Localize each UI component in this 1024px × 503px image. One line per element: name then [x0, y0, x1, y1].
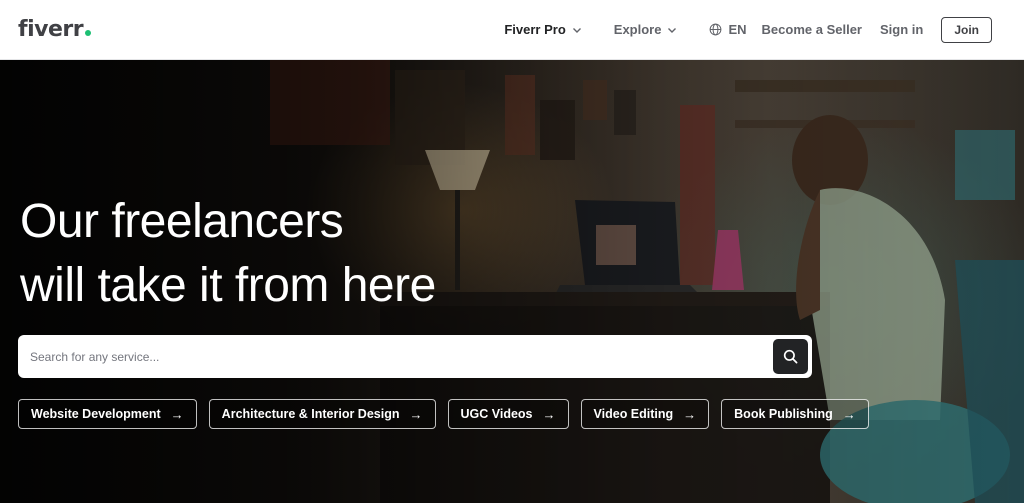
join-button[interactable]: Join	[941, 16, 992, 43]
search-button[interactable]	[773, 339, 808, 374]
fiverr-logo[interactable]: fiverr	[18, 17, 92, 42]
hero-title: Our freelancers will take it from here	[20, 190, 436, 318]
logo-dot	[85, 30, 92, 36]
arrow-right-icon: →	[683, 406, 697, 422]
search-icon	[783, 349, 798, 364]
hero-title-line-2: will take it from here	[20, 259, 436, 312]
hero-section: Our freelancers will take it from here W…	[0, 60, 1024, 503]
arrow-right-icon: →	[542, 406, 556, 422]
chip-label: Video Editing	[593, 407, 674, 421]
chip-website-development[interactable]: Website Development →	[18, 399, 197, 429]
search-input[interactable]	[30, 349, 773, 364]
nav-sign-in[interactable]: Sign in	[880, 22, 923, 37]
popular-services: Website Development → Architecture & Int…	[18, 399, 881, 429]
nav-fiverr-pro[interactable]: Fiverr Pro	[504, 22, 581, 37]
nav-explore-label: Explore	[613, 22, 662, 37]
arrow-right-icon: →	[409, 406, 423, 422]
arrow-right-icon: →	[842, 406, 856, 422]
chip-book-publishing[interactable]: Book Publishing →	[721, 399, 869, 429]
main-nav: Fiverr Pro Explore EN Become a Seller Si…	[504, 16, 992, 43]
chip-video-editing[interactable]: Video Editing →	[580, 399, 710, 429]
chip-ugc-videos[interactable]: UGC Videos →	[447, 399, 569, 429]
chip-label: Architecture & Interior Design	[221, 407, 400, 421]
chevron-down-icon	[668, 27, 677, 33]
chip-architecture-interior-design[interactable]: Architecture & Interior Design →	[208, 399, 436, 429]
chip-label: Website Development	[31, 407, 161, 421]
chevron-down-icon	[572, 27, 581, 33]
search-bar	[18, 335, 812, 378]
nav-become-seller[interactable]: Become a Seller	[762, 22, 862, 37]
arrow-right-icon: →	[170, 406, 184, 422]
nav-language-label: EN	[728, 22, 747, 37]
nav-explore[interactable]: Explore	[614, 22, 678, 37]
top-navbar: fiverr Fiverr Pro Explore EN Become a Se…	[0, 0, 1024, 60]
hero-title-line-1: Our freelancers	[20, 195, 344, 248]
globe-icon	[710, 23, 722, 36]
nav-fiverr-pro-label: Fiverr Pro	[504, 22, 566, 37]
chip-label: Book Publishing	[734, 407, 833, 421]
logo-text: fiverr	[18, 17, 84, 42]
chip-label: UGC Videos	[460, 407, 533, 421]
nav-language[interactable]: EN	[709, 22, 747, 37]
